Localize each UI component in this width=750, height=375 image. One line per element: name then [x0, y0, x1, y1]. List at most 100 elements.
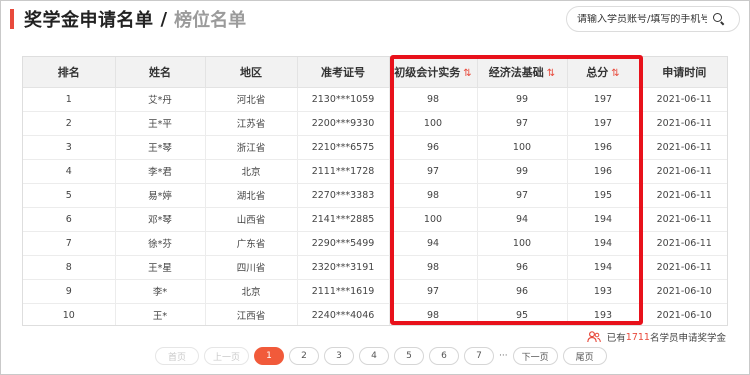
ranking-table: 排名 姓名 地区 准考证号 初级会计实务 ⇅ 经济法基础 ⇅ 总分 ⇅ 申请时间 1艾… — [22, 56, 728, 326]
table-row: 3 王*琴 浙江省 2210***6575 96 100 196 2021-06-11 — [23, 135, 727, 160]
cell-accounting: 98 — [389, 183, 478, 208]
cell-region: 江西省 — [205, 303, 298, 325]
cell-total: 197 — [567, 111, 640, 136]
cell-region: 北京 — [205, 159, 298, 184]
cell-date: 2021-06-10 — [656, 309, 712, 321]
page-button-1[interactable]: 1 — [254, 347, 285, 365]
cell-total: 195 — [567, 183, 640, 208]
table-row: 8 王*星 四川省 2320***3191 98 96 194 2021-06-11 — [23, 255, 727, 280]
prev-page-button[interactable]: 上一页 — [204, 347, 250, 365]
cell-accounting: 97 — [389, 279, 478, 304]
col-header-law[interactable]: 经济法基础 ⇅ — [477, 57, 568, 88]
cell-law: 100 — [477, 231, 568, 256]
cell-date: 2021-06-11 — [639, 87, 727, 112]
cell-name: 王*琴 — [115, 135, 206, 160]
cell-total: 194 — [567, 231, 640, 256]
table-header-row: 排名 姓名 地区 准考证号 初级会计实务 ⇅ 经济法基础 ⇅ 总分 ⇅ 申请时间 — [23, 57, 727, 88]
cell-total: 193 — [567, 279, 640, 304]
col-header-accounting[interactable]: 初级会计实务 ⇅ — [389, 57, 478, 88]
cell-accounting: 98 — [389, 87, 478, 112]
cell-law: 96 — [477, 255, 568, 280]
cell-rank: 3 — [23, 135, 116, 160]
cell-date: 2021-06-11 — [639, 207, 727, 232]
col-header-ticket: 准考证号 — [297, 57, 390, 88]
cell-name: 徐*芬 — [115, 231, 206, 256]
table-row: 2 王*平 江苏省 2200***9330 100 97 197 2021-06-11 — [23, 111, 727, 136]
cell-total: 194 — [567, 255, 640, 280]
cell-region: 浙江省 — [205, 135, 298, 160]
page-title: 奖学金申请名单 / 榜位名单 — [10, 6, 246, 32]
sort-icon[interactable]: ⇅ — [463, 68, 471, 79]
col-header-total[interactable]: 总分 ⇅ — [567, 57, 640, 88]
cell-law: 95 — [477, 303, 568, 325]
page-button-2[interactable]: 2 — [289, 347, 320, 365]
cell-region: 湖北省 — [205, 183, 298, 208]
search-icon[interactable] — [713, 13, 725, 25]
table-row: 4 李*君 北京 2111***1728 97 99 196 2021-06-11 — [23, 159, 727, 184]
search-input[interactable] — [577, 13, 707, 25]
cell-law: 97 — [477, 183, 568, 208]
table-row: 7 徐*芬 广东省 2290***5499 94 100 194 2021-06-11 — [23, 231, 727, 256]
title-accent-bar — [10, 9, 14, 29]
note-count: 1711 — [625, 331, 650, 343]
table-row: 5 易*婷 湖北省 2270***3383 98 97 195 2021-06-11 — [23, 183, 727, 208]
cell-rank: 8 — [23, 255, 116, 280]
users-icon — [586, 331, 601, 343]
cell-total: 193 — [567, 303, 640, 325]
search-box[interactable] — [566, 6, 740, 32]
cell-law: 97 — [477, 111, 568, 136]
page-button-4[interactable]: 4 — [359, 347, 390, 365]
page-button-6[interactable]: 6 — [429, 347, 460, 365]
page-button-5[interactable]: 5 — [394, 347, 425, 365]
cell-law: 100 — [477, 135, 568, 160]
last-page-button[interactable]: 尾页 — [562, 347, 607, 365]
cell-rank: 6 — [23, 207, 116, 232]
cell-ticket: 2240***4046 — [297, 303, 390, 325]
sort-icon[interactable]: ⇅ — [611, 68, 619, 79]
cell-accounting: 97 — [389, 159, 478, 184]
col-header-rank: 排名 — [23, 57, 116, 88]
cell-region: 河北省 — [205, 87, 298, 112]
cell-date: 2021-06-11 — [639, 183, 727, 208]
sort-icon[interactable]: ⇅ — [547, 68, 555, 79]
cell-region: 北京 — [205, 279, 298, 304]
cell-rank: 9 — [23, 279, 116, 304]
first-page-button[interactable]: 首页 — [155, 347, 199, 365]
cell-rank: 1 — [23, 87, 116, 112]
cell-name: 李*君 — [115, 159, 206, 184]
table-row: 1 艾*丹 河北省 2130***1059 98 99 197 2021-06-11 — [23, 87, 727, 112]
page-button-7[interactable]: 7 — [464, 347, 495, 365]
cell-total: 197 — [567, 87, 640, 112]
page-button-3[interactable]: 3 — [324, 347, 355, 365]
cell-rank: 5 — [23, 183, 116, 208]
cell-rank: 10 — [23, 303, 116, 325]
cell-region: 广东省 — [205, 231, 298, 256]
cell-accounting: 98 — [389, 255, 478, 280]
cell-name: 王*星 — [115, 255, 206, 280]
cell-ticket: 2200***9330 — [297, 111, 390, 136]
cell-accounting: 100 — [389, 111, 478, 136]
cell-name: 邓*琴 — [115, 207, 206, 232]
cell-rank: 7 — [23, 231, 116, 256]
cell-region: 江苏省 — [205, 111, 298, 136]
cell-date: 2021-06-11 — [639, 159, 727, 184]
cell-ticket: 2141***2885 — [297, 207, 390, 232]
cell-ticket: 2210***6575 — [297, 135, 390, 160]
pagination: 首页 上一页 1234567 ··· 下一页 尾页 — [155, 347, 612, 365]
cell-rank: 2 — [23, 111, 116, 136]
cell-law: 96 — [477, 279, 568, 304]
cell-name: 王*平 — [115, 111, 206, 136]
cell-ticket: 2130***1059 — [297, 87, 390, 112]
next-page-button[interactable]: 下一页 — [512, 347, 558, 365]
cell-total: 194 — [567, 207, 640, 232]
cell-rank: 4 — [23, 159, 116, 184]
cell-name: 易*婷 — [115, 183, 206, 208]
cell-total: 196 — [567, 159, 640, 184]
title-subtitle: 榜位名单 — [174, 10, 247, 31]
cell-region: 山西省 — [205, 207, 298, 232]
cell-ticket: 2111***1728 — [297, 159, 390, 184]
cell-name: 王* — [115, 303, 206, 325]
cell-accounting: 94 — [389, 231, 478, 256]
cell-accounting: 100 — [389, 207, 478, 232]
cell-law: 94 — [477, 207, 568, 232]
